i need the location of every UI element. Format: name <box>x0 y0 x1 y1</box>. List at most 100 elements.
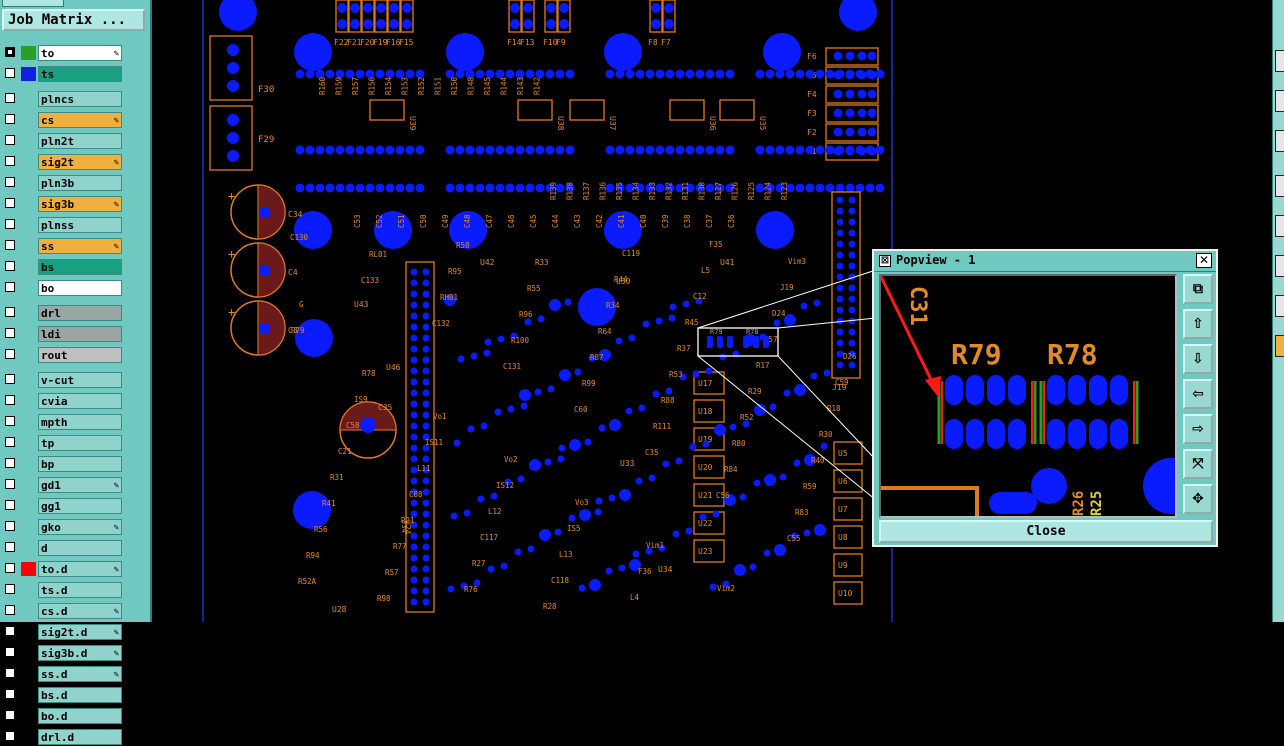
layer-list-scroll-rail[interactable] <box>122 42 146 622</box>
layer-name[interactable]: cvia <box>38 393 122 409</box>
zoom-fit-icon[interactable]: ⧉ <box>1183 274 1213 304</box>
zoom-out-icon[interactable]: ✥ <box>1183 484 1213 514</box>
layer-name[interactable]: bs.d <box>38 687 122 703</box>
layer-name[interactable]: ts <box>38 66 122 82</box>
layer-row-ss.d[interactable]: ss.d ✎ <box>2 666 148 682</box>
layer-checkbox[interactable] <box>5 458 15 468</box>
layer-checkbox[interactable] <box>5 68 15 78</box>
layer-name[interactable]: ss ✎ <box>38 238 122 254</box>
layer-name[interactable]: tp <box>38 435 122 451</box>
layer-name[interactable]: gko ✎ <box>38 519 122 535</box>
window-menu-icon[interactable]: ⊠ <box>879 255 891 267</box>
layer-name[interactable]: bo <box>38 280 122 296</box>
layer-name[interactable]: sig2t ✎ <box>38 154 122 170</box>
layer-checkbox[interactable] <box>5 349 15 359</box>
layer-checkbox[interactable] <box>5 479 15 489</box>
layer-name[interactable]: ss.d ✎ <box>38 666 122 682</box>
layer-name[interactable]: bo.d <box>38 708 122 724</box>
layer-name[interactable]: sig3b.d ✎ <box>38 645 122 661</box>
layer-name[interactable]: drl <box>38 305 122 321</box>
layer-name[interactable]: to.d ✎ <box>38 561 122 577</box>
pan-up-icon[interactable]: ⇧ <box>1183 309 1213 339</box>
layer-checkbox[interactable] <box>5 500 15 510</box>
layer-checkbox[interactable] <box>5 647 15 657</box>
layer-checkbox[interactable] <box>5 395 15 405</box>
pan-right-icon[interactable]: ⇨ <box>1183 414 1213 444</box>
layer-checkbox[interactable] <box>5 307 15 317</box>
layer-checkbox[interactable] <box>5 219 15 229</box>
popview-zoom-view[interactable]: C31 R79 R78 R26 R25 <box>879 274 1177 518</box>
layer-checkbox[interactable] <box>5 437 15 447</box>
toolbar-button[interactable] <box>1275 295 1284 317</box>
layer-checkbox[interactable] <box>5 198 15 208</box>
popview-canvas[interactable]: C31 R79 R78 R26 R25 <box>881 276 1175 516</box>
layer-checkbox[interactable] <box>5 93 15 103</box>
layer-checkbox[interactable] <box>5 374 15 384</box>
layer-checkbox[interactable] <box>5 240 15 250</box>
layer-name[interactable]: drl.d <box>38 729 122 745</box>
layer-checkbox[interactable] <box>5 731 15 741</box>
zoom-in-icon[interactable]: ⤧ <box>1183 449 1213 479</box>
layer-checkbox[interactable] <box>5 710 15 720</box>
layer-color-swatch[interactable] <box>21 562 36 576</box>
layer-name[interactable]: bs <box>38 259 122 275</box>
layer-checkbox[interactable] <box>5 689 15 699</box>
layer-name[interactable]: plnss <box>38 217 122 233</box>
layer-name[interactable]: v-cut <box>38 372 122 388</box>
layer-checkbox[interactable] <box>5 605 15 615</box>
layer-name[interactable]: sig2t.d ✎ <box>38 624 122 640</box>
toolbar-button[interactable] <box>1275 130 1284 152</box>
toolbar-button[interactable] <box>1275 255 1284 277</box>
layer-color-swatch[interactable] <box>21 46 36 60</box>
toolbar-button[interactable] <box>1275 335 1284 357</box>
layer-row-drl.d[interactable]: drl.d <box>2 729 148 745</box>
layer-name[interactable]: cs.d ✎ <box>38 603 122 619</box>
toolbar-button[interactable] <box>1275 175 1284 197</box>
layer-checkbox[interactable] <box>5 563 15 573</box>
layer-name[interactable]: ts.d <box>38 582 122 598</box>
layer-checkbox[interactable] <box>5 135 15 145</box>
layer-name[interactable]: rout <box>38 347 122 363</box>
toolbar-button[interactable] <box>1275 215 1284 237</box>
panel-top-tab[interactable] <box>2 0 64 7</box>
layer-checkbox[interactable] <box>5 114 15 124</box>
layer-name[interactable]: gg1 <box>38 498 122 514</box>
layer-name[interactable]: gd1 ✎ <box>38 477 122 493</box>
layer-name[interactable]: cs ✎ <box>38 112 122 128</box>
layer-name[interactable]: pln2t <box>38 133 122 149</box>
layer-name[interactable]: mpth <box>38 414 122 430</box>
layer-checkbox[interactable] <box>5 584 15 594</box>
layer-row-bo.d[interactable]: bo.d <box>2 708 148 724</box>
layer-checkbox[interactable] <box>5 521 15 531</box>
layer-row-sig3b.d[interactable]: sig3b.d ✎ <box>2 645 148 661</box>
layer-name[interactable]: ldi <box>38 326 122 342</box>
layer-checkbox[interactable] <box>5 416 15 426</box>
layer-checkbox[interactable] <box>5 261 15 271</box>
popview-titlebar[interactable]: ⊠ Popview - 1 ✕ <box>874 251 1216 272</box>
layer-checkbox[interactable] <box>5 282 15 292</box>
layer-checkbox[interactable] <box>5 156 15 166</box>
layer-checkbox[interactable] <box>5 47 15 57</box>
layer-checkbox[interactable] <box>5 328 15 338</box>
layer-name[interactable]: d <box>38 540 122 556</box>
layer-checkbox[interactable] <box>5 542 15 552</box>
popview-close-button[interactable]: Close <box>879 520 1213 543</box>
pad <box>605 145 615 155</box>
layer-name[interactable]: pln3b <box>38 175 122 191</box>
toolbar-button[interactable] <box>1275 50 1284 72</box>
layer-name[interactable]: plncs <box>38 91 122 107</box>
toolbar-button[interactable] <box>1275 90 1284 112</box>
close-icon[interactable]: ✕ <box>1196 253 1212 268</box>
layer-name[interactable]: bp <box>38 456 122 472</box>
layer-name[interactable]: to ✎ <box>38 45 122 61</box>
layer-checkbox[interactable] <box>5 177 15 187</box>
job-matrix-button[interactable]: Job Matrix ... <box>2 9 145 31</box>
pan-down-icon[interactable]: ⇩ <box>1183 344 1213 374</box>
layer-checkbox[interactable] <box>5 626 15 636</box>
layer-row-sig2t.d[interactable]: sig2t.d ✎ <box>2 624 148 640</box>
layer-name[interactable]: sig3b ✎ <box>38 196 122 212</box>
pan-left-icon[interactable]: ⇦ <box>1183 379 1213 409</box>
layer-row-bs.d[interactable]: bs.d <box>2 687 148 703</box>
layer-color-swatch[interactable] <box>21 67 36 81</box>
layer-checkbox[interactable] <box>5 668 15 678</box>
